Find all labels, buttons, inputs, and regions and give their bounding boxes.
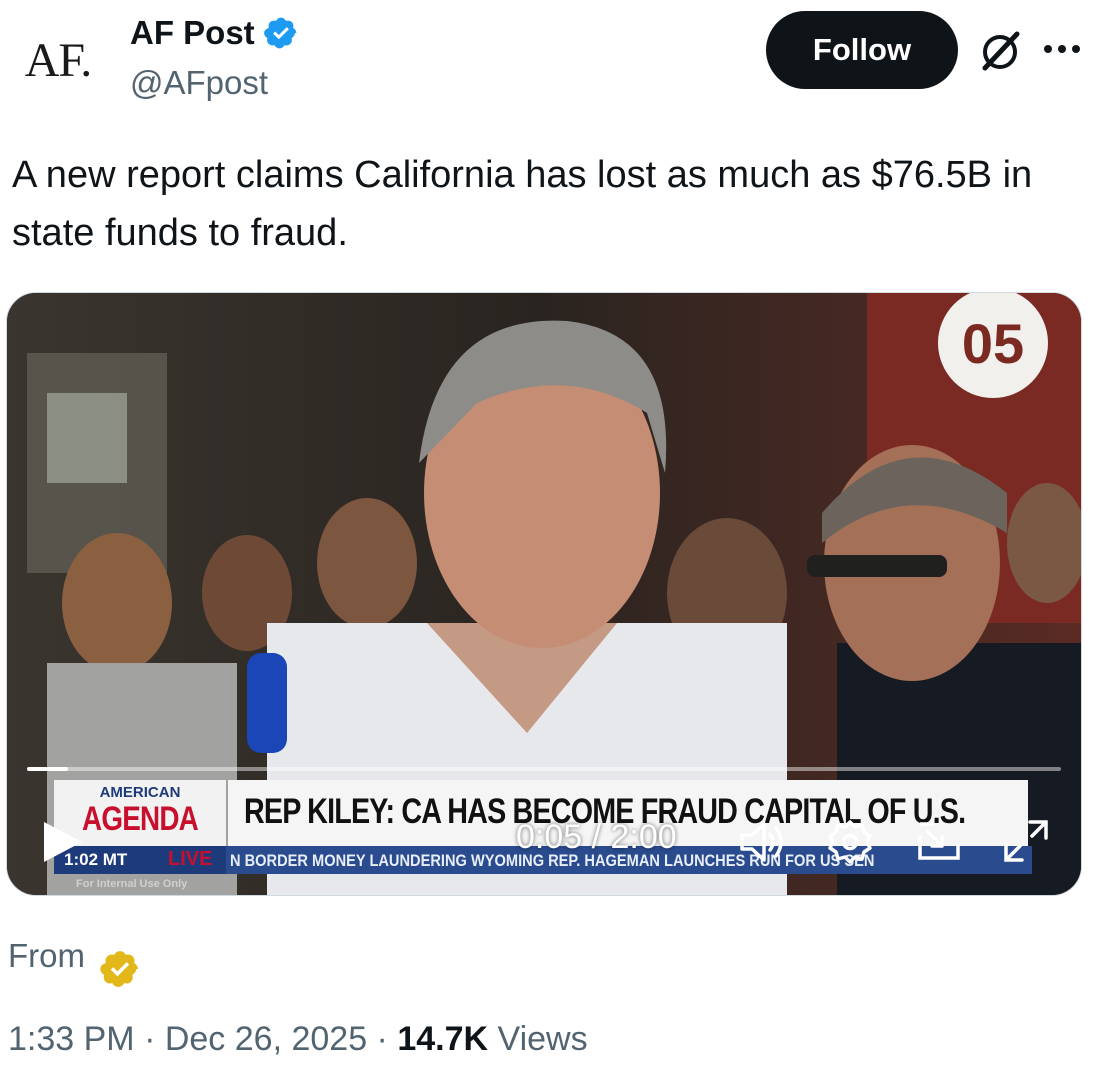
- avatar[interactable]: AF.: [6, 12, 110, 108]
- views-count: 14.7K: [397, 1020, 489, 1058]
- play-icon[interactable]: [40, 818, 86, 866]
- tweet-date[interactable]: Dec 26, 2025: [165, 1020, 367, 1058]
- chyron-brand-main: AGENDA: [82, 800, 199, 838]
- chyron-brand-top: AMERICAN: [99, 784, 181, 801]
- display-name[interactable]: AF Post: [130, 14, 255, 52]
- verified-badge-icon[interactable]: [263, 15, 299, 51]
- source-row: From: [8, 922, 141, 990]
- tweet-time[interactable]: 1:33 PM: [8, 1020, 135, 1058]
- grok-icon[interactable]: [975, 26, 1025, 76]
- handle[interactable]: @AFpost: [130, 64, 268, 102]
- meta-separator: ·: [134, 1020, 165, 1058]
- settings-gear-icon[interactable]: [826, 818, 874, 866]
- tweet-text: A new report claims California has lost …: [12, 154, 1033, 254]
- chyron-live: LIVE: [168, 848, 213, 870]
- sign-number: 05: [962, 312, 1024, 375]
- meta-separator: ·: [367, 1020, 398, 1058]
- time-readout: 0:05 / 2:00: [516, 818, 677, 856]
- progress-fill: [27, 767, 69, 771]
- follow-button[interactable]: Follow: [766, 11, 958, 89]
- more-options-icon[interactable]: [1044, 38, 1088, 60]
- progress-bar[interactable]: [27, 767, 1061, 771]
- from-label: From: [8, 937, 85, 974]
- volume-icon[interactable]: [738, 820, 788, 864]
- views-label: Views: [497, 1020, 588, 1058]
- avatar-logo-text: AF.: [24, 33, 93, 87]
- fullscreen-icon[interactable]: [1002, 818, 1050, 864]
- chyron-footer-note: For Internal Use Only: [76, 878, 188, 890]
- gold-verified-badge-icon[interactable]: [99, 948, 141, 990]
- tweet-meta: 1:33 PM · Dec 26, 2025 · 14.7K Views: [8, 1020, 588, 1059]
- author-name-row[interactable]: AF Post: [130, 14, 299, 52]
- picture-in-picture-icon[interactable]: [914, 818, 964, 864]
